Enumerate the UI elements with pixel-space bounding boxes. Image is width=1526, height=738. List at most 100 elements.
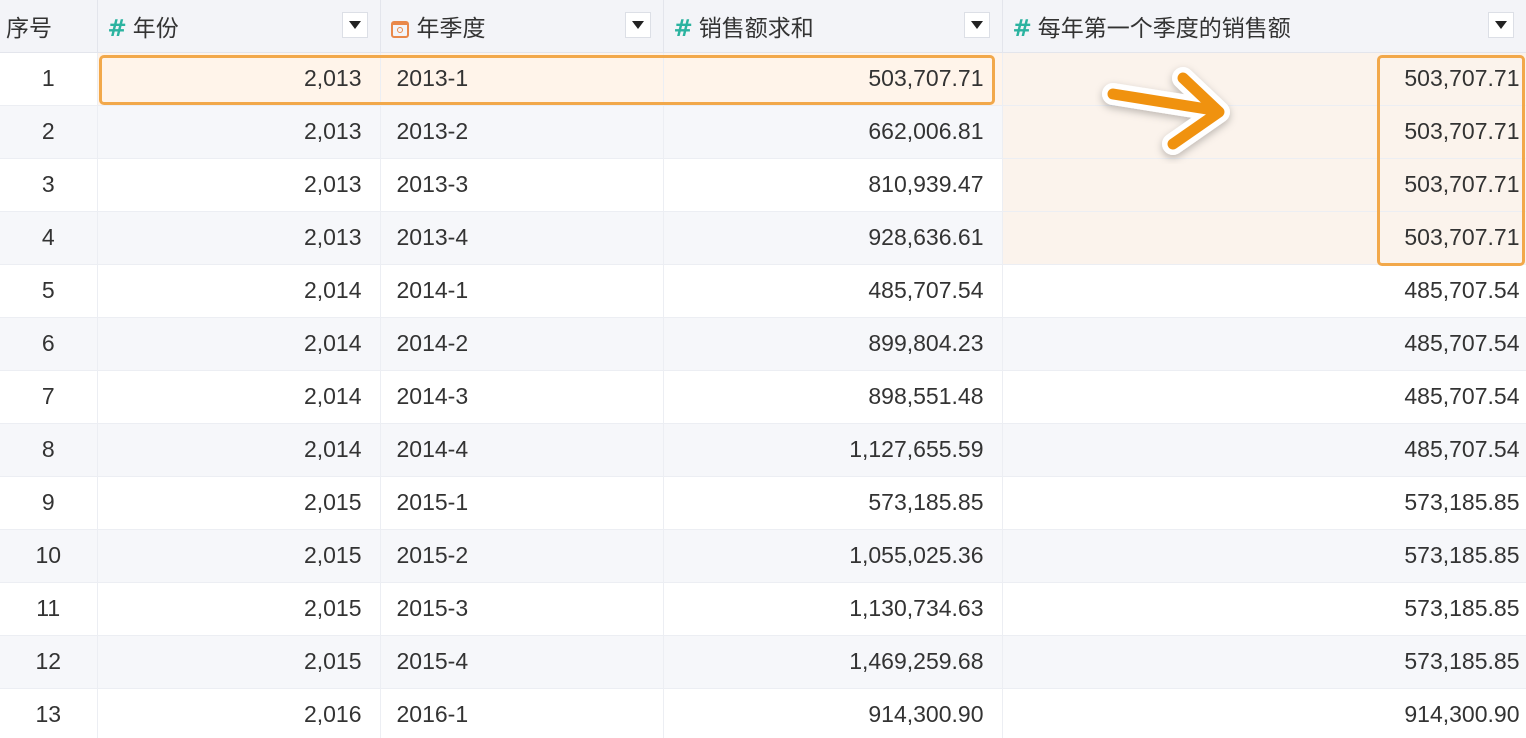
cell-seq[interactable]: 8 — [0, 423, 98, 477]
header-first-quarter-sales[interactable]: # 每年第一个季度的销售额 — [1002, 0, 1526, 53]
header-year-label: 年份 — [132, 14, 179, 41]
cell-seq[interactable]: 5 — [0, 264, 98, 318]
cell-quarter[interactable]: 2014-3 — [380, 370, 664, 424]
cell-sales-sum[interactable]: 662,006.81 — [663, 105, 1003, 159]
dropdown-arrow-icon[interactable] — [963, 12, 990, 38]
cell-first-quarter-sales[interactable]: 573,185.85 — [1002, 476, 1526, 530]
cell-year[interactable]: 2,014 — [97, 370, 381, 424]
dropdown-arrow-icon[interactable] — [1487, 12, 1514, 38]
cell-seq[interactable]: 4 — [0, 211, 98, 265]
header-seq: 序号 — [0, 0, 98, 53]
number-type-icon: # — [673, 15, 693, 42]
cell-sales-sum[interactable]: 1,130,734.63 — [663, 582, 1003, 636]
number-type-icon: # — [1012, 15, 1032, 42]
table-row[interactable]: 8 2,014 2014-4 1,127,655.59 485,707.54 — [0, 423, 1526, 477]
cell-sales-sum[interactable]: 899,804.23 — [663, 317, 1003, 371]
cell-seq[interactable]: 7 — [0, 370, 98, 424]
cell-quarter[interactable]: 2015-3 — [380, 582, 664, 636]
table-row[interactable]: 13 2,016 2016-1 914,300.90 914,300.90 — [0, 688, 1526, 738]
cell-sales-sum[interactable]: 914,300.90 — [663, 688, 1003, 738]
header-sales-sum[interactable]: # 销售额求和 — [663, 0, 1003, 53]
cell-seq[interactable]: 11 — [0, 582, 98, 636]
cell-first-quarter-sales[interactable]: 573,185.85 — [1002, 635, 1526, 689]
table-row[interactable]: 5 2,014 2014-1 485,707.54 485,707.54 — [0, 264, 1526, 318]
dropdown-arrow-icon[interactable] — [624, 12, 651, 38]
table-body: 1 2,013 2013-1 503,707.71 503,707.71 2 2,013 20… — [0, 52, 1526, 738]
cell-sales-sum[interactable]: 573,185.85 — [663, 476, 1003, 530]
header-row: 序号 # 年份 年季度 # 销售额求和 # 每年第一个季度的销售额 — [0, 0, 1526, 53]
cell-seq[interactable]: 1 — [0, 52, 98, 106]
cell-seq[interactable]: 9 — [0, 476, 98, 530]
table-row[interactable]: 10 2,015 2015-2 1,055,025.36 573,185.85 — [0, 529, 1526, 583]
cell-quarter[interactable]: 2013-3 — [380, 158, 664, 212]
table-row[interactable]: 12 2,015 2015-4 1,469,259.68 573,185.85 — [0, 635, 1526, 689]
cell-first-quarter-sales[interactable]: 503,707.71 — [1002, 211, 1526, 265]
table-row[interactable]: 6 2,014 2014-2 899,804.23 485,707.54 — [0, 317, 1526, 371]
cell-sales-sum[interactable]: 1,469,259.68 — [663, 635, 1003, 689]
cell-year[interactable]: 2,013 — [97, 158, 381, 212]
cell-sales-sum[interactable]: 485,707.54 — [663, 264, 1003, 318]
cell-sales-sum[interactable]: 1,127,655.59 — [663, 423, 1003, 477]
cell-sales-sum[interactable]: 898,551.48 — [663, 370, 1003, 424]
cell-first-quarter-sales[interactable]: 503,707.71 — [1002, 158, 1526, 212]
cell-quarter[interactable]: 2014-1 — [380, 264, 664, 318]
cell-seq[interactable]: 12 — [0, 635, 98, 689]
cell-year[interactable]: 2,013 — [97, 105, 381, 159]
cell-sales-sum[interactable]: 1,055,025.36 — [663, 529, 1003, 583]
cell-quarter[interactable]: 2015-1 — [380, 476, 664, 530]
cell-year[interactable]: 2,015 — [97, 582, 381, 636]
number-type-icon: # — [107, 15, 127, 42]
cell-seq[interactable]: 3 — [0, 158, 98, 212]
table-row[interactable]: 3 2,013 2013-3 810,939.47 503,707.71 — [0, 158, 1526, 212]
cell-quarter[interactable]: 2014-4 — [380, 423, 664, 477]
data-grid: 序号 # 年份 年季度 # 销售额求和 # 每年第一个季度的销售额 1 2,01… — [0, 0, 1526, 738]
cell-first-quarter-sales[interactable]: 503,707.71 — [1002, 105, 1526, 159]
cell-quarter[interactable]: 2013-2 — [380, 105, 664, 159]
cell-year[interactable]: 2,014 — [97, 423, 381, 477]
header-first-quarter-sales-label: 每年第一个季度的销售额 — [1037, 14, 1291, 41]
cell-first-quarter-sales[interactable]: 503,707.71 — [1002, 52, 1526, 106]
cell-first-quarter-sales[interactable]: 485,707.54 — [1002, 317, 1526, 371]
cell-year[interactable]: 2,014 — [97, 264, 381, 318]
cell-first-quarter-sales[interactable]: 485,707.54 — [1002, 370, 1526, 424]
cell-year[interactable]: 2,015 — [97, 529, 381, 583]
table-row[interactable]: 2 2,013 2013-2 662,006.81 503,707.71 — [0, 105, 1526, 159]
sales-table: 序号 # 年份 年季度 # 销售额求和 # 每年第一个季度的销售额 1 2,01… — [0, 0, 1526, 738]
cell-year[interactable]: 2,013 — [97, 211, 381, 265]
cell-sales-sum[interactable]: 928,636.61 — [663, 211, 1003, 265]
header-seq-label: 序号 — [6, 14, 52, 41]
table-row[interactable]: 4 2,013 2013-4 928,636.61 503,707.71 — [0, 211, 1526, 265]
date-type-icon — [390, 20, 409, 38]
cell-first-quarter-sales[interactable]: 573,185.85 — [1002, 582, 1526, 636]
cell-seq[interactable]: 2 — [0, 105, 98, 159]
cell-quarter[interactable]: 2015-2 — [380, 529, 664, 583]
cell-first-quarter-sales[interactable]: 914,300.90 — [1002, 688, 1526, 738]
table-row[interactable]: 9 2,015 2015-1 573,185.85 573,185.85 — [0, 476, 1526, 530]
cell-year[interactable]: 2,016 — [97, 688, 381, 738]
cell-quarter[interactable]: 2013-1 — [380, 52, 664, 106]
cell-year[interactable]: 2,013 — [97, 52, 381, 106]
cell-year[interactable]: 2,014 — [97, 317, 381, 371]
cell-year[interactable]: 2,015 — [97, 635, 381, 689]
cell-seq[interactable]: 10 — [0, 529, 98, 583]
table-row[interactable]: 7 2,014 2014-3 898,551.48 485,707.54 — [0, 370, 1526, 424]
cell-sales-sum[interactable]: 503,707.71 — [663, 52, 1003, 106]
header-quarter-label: 年季度 — [416, 14, 486, 41]
cell-quarter[interactable]: 2013-4 — [380, 211, 664, 265]
cell-sales-sum[interactable]: 810,939.47 — [663, 158, 1003, 212]
table-row[interactable]: 1 2,013 2013-1 503,707.71 503,707.71 — [0, 52, 1526, 106]
cell-seq[interactable]: 6 — [0, 317, 98, 371]
header-year[interactable]: # 年份 — [97, 0, 381, 53]
dropdown-arrow-icon[interactable] — [341, 12, 368, 38]
cell-first-quarter-sales[interactable]: 573,185.85 — [1002, 529, 1526, 583]
cell-first-quarter-sales[interactable]: 485,707.54 — [1002, 423, 1526, 477]
cell-first-quarter-sales[interactable]: 485,707.54 — [1002, 264, 1526, 318]
header-quarter[interactable]: 年季度 — [380, 0, 664, 53]
table-row[interactable]: 11 2,015 2015-3 1,130,734.63 573,185.85 — [0, 582, 1526, 636]
header-sales-sum-label: 销售额求和 — [698, 14, 814, 41]
cell-quarter[interactable]: 2014-2 — [380, 317, 664, 371]
cell-quarter[interactable]: 2016-1 — [380, 688, 664, 738]
cell-seq[interactable]: 13 — [0, 688, 98, 738]
cell-year[interactable]: 2,015 — [97, 476, 381, 530]
cell-quarter[interactable]: 2015-4 — [380, 635, 664, 689]
